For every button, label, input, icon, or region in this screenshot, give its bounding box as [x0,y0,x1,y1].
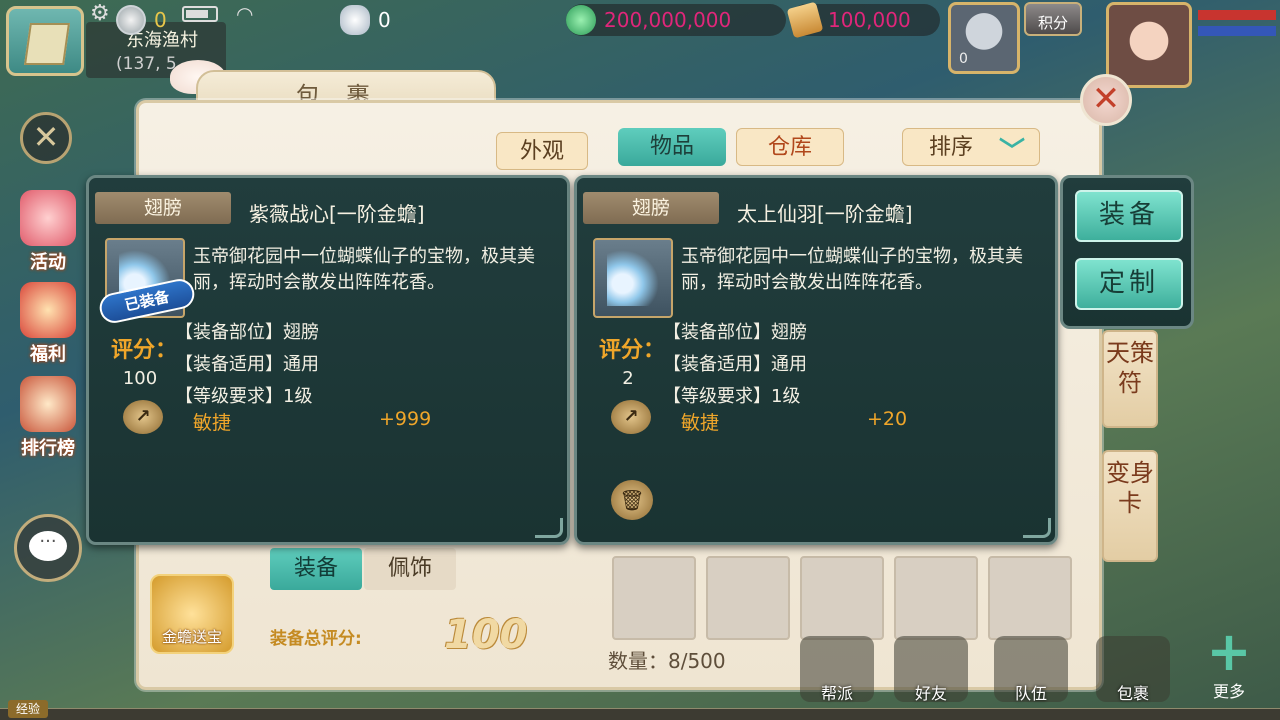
jade-coin-chip[interactable]: 200,000,000 [566,4,786,36]
equip-button[interactable]: 装备 [1075,190,1183,242]
side-tab-tiance[interactable]: 天策符 [1102,330,1158,428]
item-slot[interactable] [800,556,884,640]
pet-level: 0 [959,51,968,67]
battery-icon [182,6,218,22]
stat-value: +20 [867,408,908,430]
attr-level: 【等级要求】1级 [663,386,801,407]
horn-icon [20,190,76,246]
tab-items[interactable]: 物品 [618,128,726,166]
stat-name: 敏捷 [193,412,232,434]
attr-slot: 【装备部位】翅膀 [175,322,319,343]
sort-label: 排序 [929,135,974,160]
tab-accessory[interactable]: 佩饰 [364,548,456,590]
attr-usage: 【装备适用】通用 [175,354,319,375]
mp-bar [1198,26,1276,36]
item-thumbnail: 已装备 [96,238,198,326]
ticket-value: 100,000 [828,8,911,32]
guild-button[interactable]: 帮派 [800,636,874,703]
ranking-icon [20,376,76,432]
total-score-value: 100 [444,612,528,658]
ticket-icon [786,1,824,39]
plus-icon: + [1206,620,1252,683]
bag-count: 数量：8/500 [608,649,726,673]
gift-icon [20,282,76,338]
trash-icon[interactable]: 🗑 [611,480,653,520]
pet-avatar[interactable]: 0 [948,2,1020,74]
corner-decoration [1023,518,1051,538]
silver-chip[interactable]: 0 [340,4,430,36]
attr-level: 【等级要求】1级 [175,386,313,407]
total-score-label: 装备总评分: [270,629,362,649]
more-label: 更多 [1212,682,1245,701]
minimap-icon[interactable] [6,6,84,76]
item-slot[interactable] [988,556,1072,640]
tab-storage[interactable]: 仓库 [736,128,844,166]
attr-usage: 【装备适用】通用 [663,354,807,375]
bag-button[interactable]: 包裹 [1096,636,1170,703]
item-description: 玉帝御花园中一位蝴蝶仙子的宝物，极其美丽，挥动时会散发出阵阵花香。 [193,246,535,293]
ticket-chip[interactable]: 100,000 [786,1,940,39]
selected-item-card: 翅膀 太上仙羽[一阶金蟾] 评分： 2 玉帝御花园中一位蝴蝶仙子的宝物，极其美丽… [574,175,1058,545]
wifi-icon: ◠ [236,2,254,26]
gold-ingot-chip[interactable]: 0 [116,4,180,36]
equipped-item-card: 翅膀 紫薇战心[一阶金蟾] 已装备 评分： 100 玉帝御花园中一位蝴蝶仙子的宝… [86,175,570,545]
side-button-ranking[interactable]: 排行榜 [10,376,86,460]
jade-coin-icon [566,5,596,35]
item-thumbnail [593,238,673,318]
sort-dropdown[interactable]: 排序 ﹀ [902,128,1040,167]
chevron-down-icon: ﹀ [998,137,1025,167]
gear-icon[interactable]: ⚙ [90,2,114,26]
item-name: 太上仙羽[一阶金蟾] [737,202,913,226]
item-name: 紫薇战心[一阶金蟾] [249,202,425,226]
friends-button[interactable]: 好友 [894,636,968,703]
customize-button[interactable]: 定制 [1075,258,1183,310]
collapse-menu-button[interactable]: ✕ [20,112,72,164]
silver-value: 0 [378,8,391,32]
tab-appearance[interactable]: 外观 [496,132,588,170]
hp-bar [1198,10,1276,20]
share-icon[interactable]: ↗ [611,400,651,434]
tab-equipment[interactable]: 装备 [270,548,362,590]
ingot-icon [116,5,146,35]
team-button[interactable]: 队伍 [994,636,1068,703]
side-tab-label: 天策符 [1106,339,1154,397]
side-button-label: 福利 [30,344,66,365]
wing-icon [607,250,659,306]
stat-value: +999 [379,408,432,430]
item-slot[interactable] [706,556,790,640]
silver-icon [340,5,370,35]
player-avatar[interactable] [1106,2,1192,88]
corner-decoration [535,518,563,538]
score-label: 评分： [599,338,666,363]
gold-ingot-value: 0 [154,8,167,32]
item-slot[interactable] [612,556,696,640]
points-button[interactable]: 积分 [1024,2,1082,36]
item-slot[interactable] [894,556,978,640]
item-category: 翅膀 [583,192,719,224]
score-value: 100 [122,368,158,389]
golden-toad-label: 金蟾送宝 [161,628,222,646]
side-tab-transform[interactable]: 变身卡 [1102,450,1158,562]
attr-slot: 【装备部位】翅膀 [663,322,807,343]
score-label: 评分： [111,338,178,363]
side-button-label: 活动 [30,252,66,273]
side-button-label: 排行榜 [21,438,75,459]
action-panel: 装备 定制 [1060,175,1194,329]
more-button[interactable]: + 更多 [1198,620,1260,702]
side-tab-label: 变身卡 [1106,459,1154,517]
exp-label: 经验 [8,700,48,718]
item-category: 翅膀 [95,192,231,224]
location-coord: (137, 5 [116,54,177,74]
item-description: 玉帝御花园中一位蝴蝶仙子的宝物，极其美丽，挥动时会散发出阵阵花香。 [681,246,1023,293]
chat-button[interactable] [14,514,82,582]
score-value: 2 [622,368,634,389]
side-button-welfare[interactable]: 福利 [10,282,86,366]
exp-bar [0,708,1280,720]
stat-name: 敏捷 [681,412,720,434]
jade-coin-value: 200,000,000 [604,8,732,32]
close-button[interactable]: ✕ [1080,74,1132,126]
share-icon[interactable]: ↗ [123,400,163,434]
side-button-activity[interactable]: 活动 [10,190,86,274]
